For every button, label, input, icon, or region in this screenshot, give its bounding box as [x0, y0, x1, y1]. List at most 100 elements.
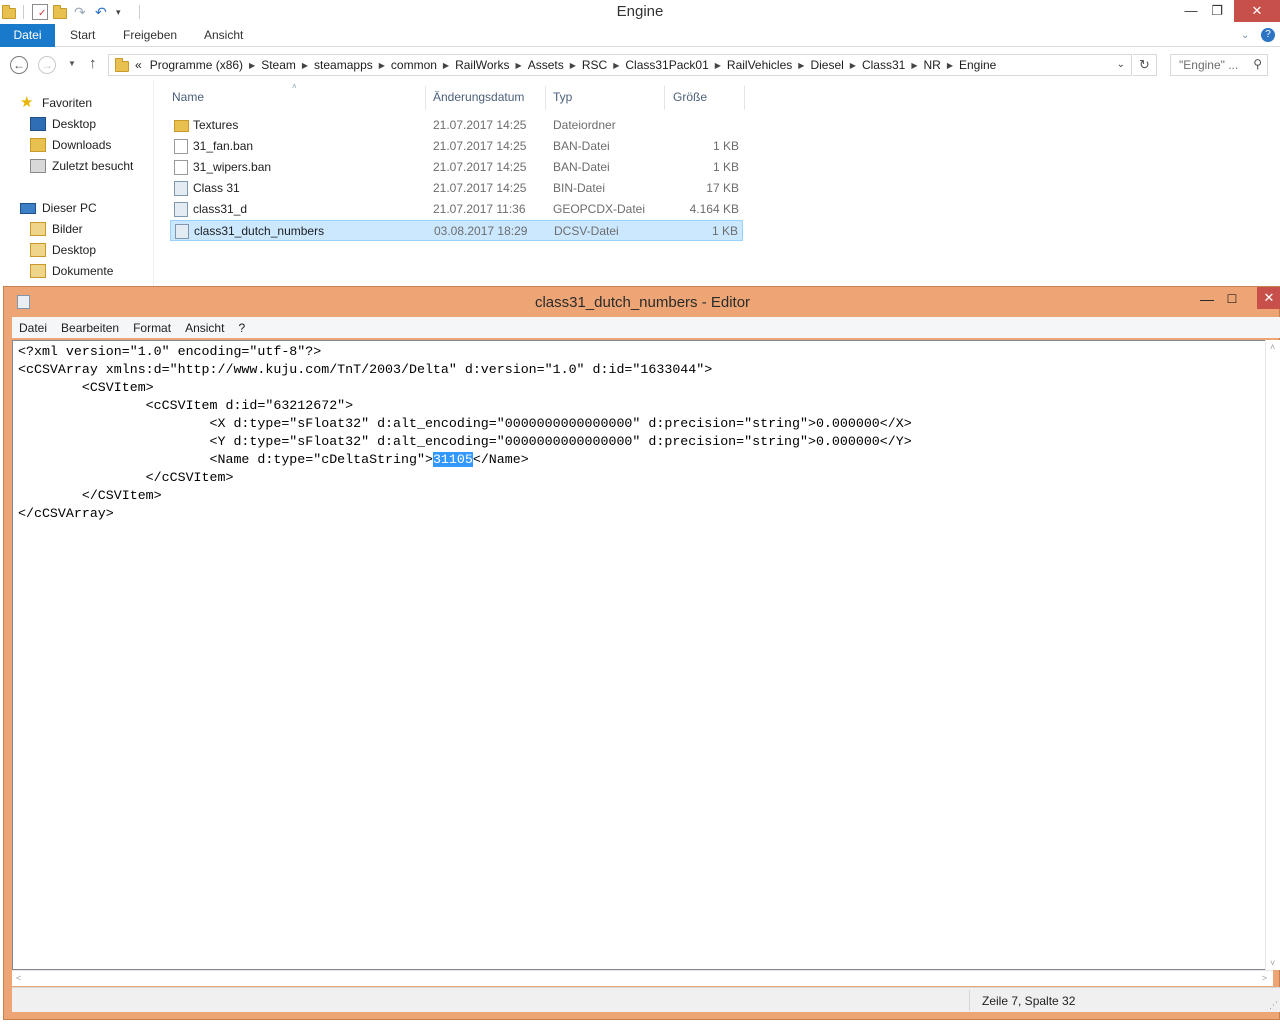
menu-format[interactable]: Format	[133, 321, 171, 335]
nav-item-label: Desktop	[52, 243, 97, 257]
file-type: Dateiordner	[553, 118, 616, 132]
breadcrumb-chevron-icon[interactable]: ▶	[249, 61, 255, 70]
breadcrumb-chevron-icon[interactable]: ▶	[570, 61, 576, 70]
file-list: ˄ Name Änderungsdatum Typ Größe Textures…	[164, 82, 764, 284]
breadcrumb-chevron-icon[interactable]: ▶	[715, 61, 721, 70]
notepad-titlebar[interactable]: class31_dutch_numbers - Editor — ☐ ✕	[4, 287, 1280, 316]
ribbon-expand-icon[interactable]: ⌄	[1241, 24, 1249, 47]
file-icon	[174, 160, 188, 175]
close-button[interactable]: ✕	[1234, 0, 1280, 22]
file-row[interactable]: class31_dutch_numbers 03.08.2017 18:29 DCS…	[170, 220, 743, 241]
breadcrumb-chevron-icon[interactable]: ▶	[798, 61, 804, 70]
nav-item-pc-desktop[interactable]: Desktop	[30, 240, 96, 260]
address-overflow[interactable]: «	[135, 58, 142, 72]
refresh-button[interactable]: ↻	[1133, 54, 1157, 76]
breadcrumb-chevron-icon[interactable]: ▶	[911, 61, 917, 70]
file-name: class31_dutch_numbers	[194, 224, 325, 238]
forward-button[interactable]: →	[38, 56, 56, 74]
column-header-date[interactable]: Änderungsdatum	[433, 90, 524, 104]
notepad-minimize-button[interactable]: —	[1194, 289, 1220, 309]
notepad-maximize-button[interactable]: ☐	[1219, 289, 1245, 309]
breadcrumb-item[interactable]: Assets	[528, 58, 564, 72]
editor-line-text: <X d:type="sFloat32" d:alt_encoding="000…	[18, 416, 912, 431]
nav-favorites[interactable]: ★ Favoriten	[20, 93, 92, 113]
nav-item-documents[interactable]: Dokumente	[30, 261, 113, 281]
breadcrumb-item[interactable]: Class31	[862, 58, 905, 72]
nav-item-desktop[interactable]: Desktop	[30, 114, 96, 134]
nav-item-downloads[interactable]: Downloads	[30, 135, 111, 155]
tab-ansicht[interactable]: Ansicht	[204, 24, 243, 47]
nav-this-pc[interactable]: Dieser PC	[20, 198, 97, 218]
text-editor[interactable]: <?xml version="1.0" encoding="utf-8"?> <c…	[12, 340, 1273, 970]
breadcrumb-chevron-icon[interactable]: ▶	[613, 61, 619, 70]
breadcrumb-item[interactable]: RailWorks	[455, 58, 509, 72]
breadcrumb-item[interactable]: Engine	[959, 58, 996, 72]
column-header-size[interactable]: Größe	[673, 90, 707, 104]
breadcrumb-chevron-icon[interactable]: ▶	[379, 61, 385, 70]
tab-freigeben[interactable]: Freigeben	[123, 24, 177, 47]
nav-item-pictures[interactable]: Bilder	[30, 219, 83, 239]
scroll-right-icon[interactable]: >	[1262, 973, 1267, 983]
menu-bearbeiten[interactable]: Bearbeiten	[61, 321, 119, 335]
folder-icon	[115, 58, 129, 72]
maximize-button[interactable]: ❐	[1203, 0, 1231, 22]
breadcrumb-chevron-icon[interactable]: ▶	[443, 61, 449, 70]
column-header-name[interactable]: Name	[172, 90, 204, 104]
nav-item-recent[interactable]: Zuletzt besucht	[30, 156, 133, 176]
vertical-scrollbar[interactable]: ˄ ˅	[1265, 340, 1280, 970]
address-dropdown-icon[interactable]: ⌄	[1117, 59, 1125, 70]
scroll-down-icon[interactable]: ˅	[1270, 958, 1275, 968]
pictures-folder-icon	[30, 222, 46, 236]
column-separator[interactable]	[425, 86, 426, 110]
file-row[interactable]: 31_fan.ban 21.07.2017 14:25 BAN-Datei 1 KB	[170, 136, 743, 157]
column-separator[interactable]	[744, 86, 745, 110]
desktop-folder-icon	[30, 243, 46, 257]
recent-locations-icon[interactable]: ▼	[68, 59, 76, 68]
file-date: 21.07.2017 11:36	[433, 202, 526, 216]
file-name: 31_fan.ban	[193, 139, 254, 153]
horizontal-scrollbar[interactable]: < >	[12, 970, 1273, 986]
breadcrumb-item[interactable]: RSC	[582, 58, 607, 72]
file-date: 21.07.2017 14:25	[433, 118, 527, 132]
breadcrumb-item[interactable]: Programme (x86)	[150, 58, 243, 72]
breadcrumb-chevron-icon[interactable]: ▶	[302, 61, 308, 70]
minimize-button[interactable]: —	[1177, 0, 1205, 22]
search-input[interactable]: "Engine" ... ⚲	[1170, 54, 1268, 76]
scroll-up-icon[interactable]: ˄	[1270, 342, 1275, 352]
breadcrumb-item[interactable]: Steam	[261, 58, 296, 72]
file-row[interactable]: class31_d 21.07.2017 11:36 GEOPCDX-Datei 4.…	[170, 199, 743, 220]
breadcrumb-item[interactable]: RailVehicles	[727, 58, 792, 72]
address-bar[interactable]: « Programme (x86) ▶ Steam ▶ steamapps ▶ common…	[108, 54, 1132, 76]
breadcrumb-item[interactable]: NR	[923, 58, 940, 72]
breadcrumb-chevron-icon[interactable]: ▶	[850, 61, 856, 70]
file-row[interactable]: Class 31 21.07.2017 14:25 BIN-Datei 17 KB	[170, 178, 743, 199]
scroll-left-icon[interactable]: <	[16, 973, 21, 983]
notepad-close-button[interactable]: ✕	[1257, 287, 1280, 309]
pane-divider[interactable]	[153, 80, 154, 286]
menu-ansicht[interactable]: Ansicht	[185, 321, 224, 335]
file-row[interactable]: Textures 21.07.2017 14:25 Dateiordner	[170, 115, 743, 136]
menu-help[interactable]: ?	[238, 321, 245, 335]
editor-line: <cCSVArray xmlns:d="http://www.kuju.com/…	[18, 361, 912, 379]
selected-text[interactable]: 31105	[432, 452, 473, 467]
column-header-type[interactable]: Typ	[553, 90, 572, 104]
file-size: 17 KB	[706, 181, 739, 195]
breadcrumb-item[interactable]: steamapps	[314, 58, 373, 72]
tab-datei[interactable]: Datei	[0, 24, 55, 47]
menu-datei[interactable]: Datei	[19, 321, 47, 335]
column-separator[interactable]	[664, 86, 665, 110]
breadcrumb-item[interactable]: Class31Pack01	[625, 58, 708, 72]
back-button[interactable]: ←	[10, 56, 28, 74]
breadcrumb-item[interactable]: common	[391, 58, 437, 72]
up-button[interactable]: ↑	[89, 55, 97, 72]
breadcrumb-item[interactable]: Diesel	[810, 58, 843, 72]
column-separator[interactable]	[545, 86, 546, 110]
editor-content[interactable]: <?xml version="1.0" encoding="utf-8"?> <c…	[18, 343, 912, 523]
tab-start[interactable]: Start	[70, 24, 95, 47]
file-row[interactable]: 31_wipers.ban 21.07.2017 14:25 BAN-Datei 1 …	[170, 157, 743, 178]
breadcrumb-chevron-icon[interactable]: ▶	[516, 61, 522, 70]
resize-grip-icon[interactable]: ⋰	[1269, 1000, 1279, 1010]
breadcrumb-chevron-icon[interactable]: ▶	[947, 61, 953, 70]
file-name: Textures	[193, 118, 239, 132]
help-icon[interactable]: ?	[1261, 28, 1275, 42]
